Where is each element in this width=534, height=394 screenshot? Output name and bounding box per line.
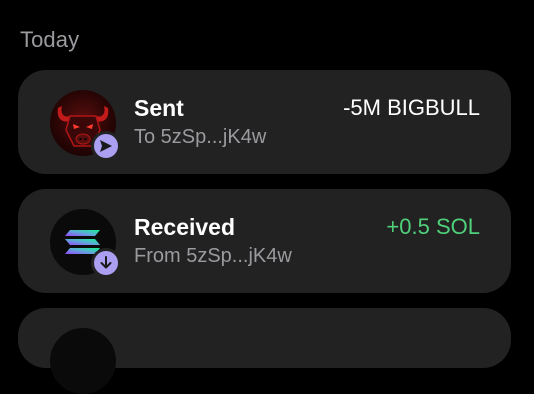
transaction-row-partial[interactable] [18,308,511,394]
receive-arrow-icon [91,248,121,278]
transaction-type: Received [134,214,236,240]
transaction-row-sent[interactable]: Sent To 5zSp...jK4w -5M BIGBULL [18,70,511,174]
token-icon [50,328,116,394]
transaction-counterparty: To 5zSp...jK4w [134,126,267,148]
transaction-counterparty: From 5zSp...jK4w [134,245,292,267]
section-title: Today [20,27,80,52]
transaction-amount: +0.5 SOL [386,214,480,239]
transaction-amount: -5M BIGBULL [343,95,480,120]
transaction-row-received[interactable]: Received From 5zSp...jK4w +0.5 SOL [18,189,511,293]
transaction-type: Sent [134,95,184,121]
send-arrow-icon [91,131,121,161]
